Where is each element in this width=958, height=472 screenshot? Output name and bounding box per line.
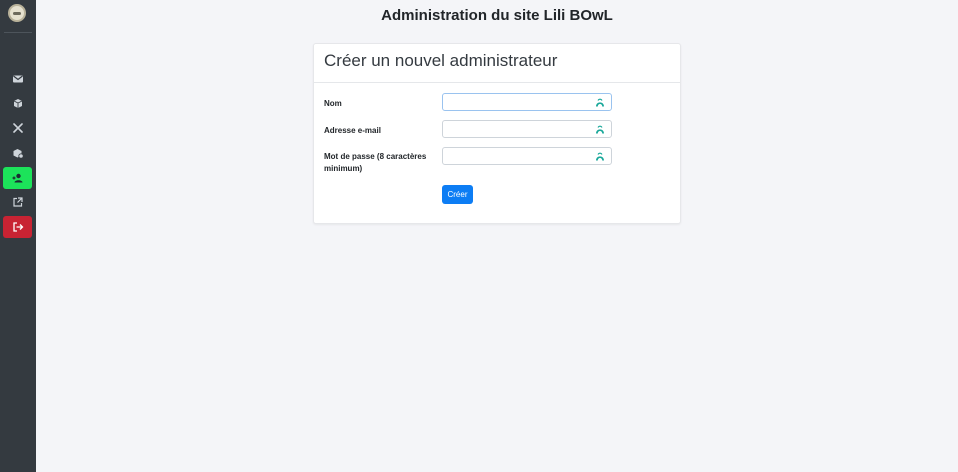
envelope-icon [12,75,23,83]
sidebar-item-orders[interactable] [3,92,32,114]
external-link-icon [12,197,23,207]
user-plus-icon [12,173,22,183]
sidebar-item-products[interactable] [3,142,32,164]
password-label: Mot de passe (8 caractères minimum) [324,152,427,173]
email-input[interactable] [443,123,611,139]
sidebar-item-external-site[interactable] [3,191,32,213]
sidebar [0,0,36,472]
email-field[interactable] [442,120,612,139]
name-label: Nom [324,99,342,108]
sidebar-item-logout[interactable] [3,216,32,238]
autofill-icon[interactable] [595,98,605,107]
sidebar-item-add-admin[interactable] [3,167,32,189]
logout-icon [12,222,23,232]
autofill-icon[interactable] [595,125,605,134]
create-button[interactable]: Créer [442,185,473,204]
sidebar-item-menu[interactable] [3,117,32,139]
password-field[interactable] [442,147,612,166]
box-icon [13,99,22,108]
settings-box-icon [13,149,24,159]
card-title: Créer un nouvel administrateur [314,44,680,83]
email-label: Adresse e-mail [324,126,381,135]
sidebar-item-messages[interactable] [3,68,32,90]
sidebar-divider [4,32,32,33]
autofill-icon[interactable] [595,152,605,161]
site-logo[interactable] [8,4,26,22]
create-admin-card: Créer un nouvel administrateur Nom Adres… [313,43,681,224]
utensils-icon [12,123,23,133]
page-title: Administration du site Lili BOwL [381,7,613,24]
name-input[interactable] [443,96,611,112]
name-field[interactable] [442,93,612,112]
password-input[interactable] [443,150,611,166]
